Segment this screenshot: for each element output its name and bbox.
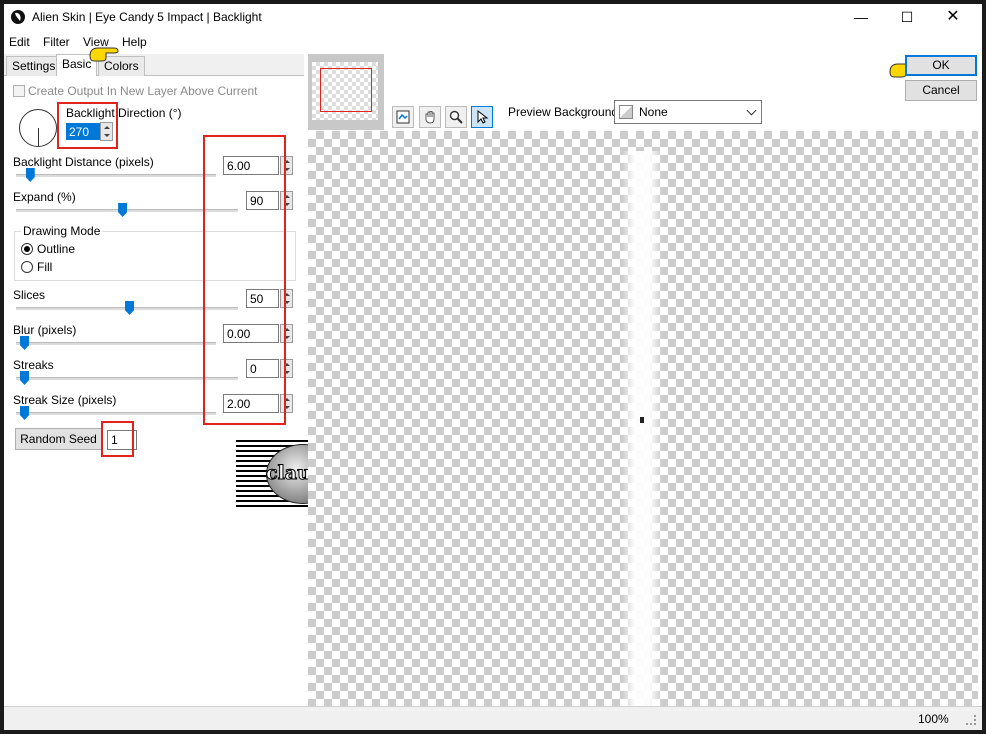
maximize-button[interactable]: ☐ [884,4,930,30]
backlight-distance-label: Backlight Distance (pixels) [13,155,154,169]
preview-canvas[interactable] [308,131,978,706]
zoom-level: 100% [918,712,949,726]
zoom-tool-icon[interactable] [445,106,467,128]
ok-button[interactable]: OK [905,55,977,76]
slices-label: Slices [13,288,46,302]
alien-skin-logo-icon [11,10,25,24]
menu-help[interactable]: Help [122,35,147,49]
menu-bar: Edit Filter View Help [4,32,304,52]
create-output-label: Create Output In New Layer Above Current [28,84,258,98]
streak-size-slider[interactable] [20,406,29,420]
blur-slider[interactable] [20,336,29,350]
backlight-distance-track [16,174,216,177]
close-button[interactable]: ✕ [930,4,976,30]
blur-track [16,342,216,345]
resize-grip-icon[interactable] [966,715,976,725]
thumbnail-view-rect[interactable] [320,68,372,112]
cancel-button[interactable]: Cancel [905,80,977,101]
preview-center-mark [640,417,644,423]
backlight-beam [622,151,662,706]
toggle-preview-icon[interactable] [392,106,414,128]
slices-slider[interactable] [125,301,134,315]
seed-highlight [101,421,134,457]
drawing-mode-label: Drawing Mode [21,224,103,238]
title-bar: Alien Skin | Eye Candy 5 Impact | Backli… [4,4,982,30]
streaks-label: Streaks [13,358,54,372]
outline-label: Outline [37,242,76,256]
direction-dial[interactable] [19,109,57,147]
expand-label: Expand (%) [13,190,76,204]
minimize-button[interactable]: — [838,4,884,30]
chevron-down-icon [746,105,757,116]
expand-slider[interactable] [118,203,128,217]
preview-background-label: Preview Background: [508,105,622,119]
direction-highlight [57,102,118,149]
tab-settings[interactable]: Settings [6,56,62,76]
dial-needle [38,128,39,147]
preview-background-value: None [639,105,668,119]
streak-size-track [16,412,216,415]
pointing-hand-icon [89,47,119,62]
background-swatch-icon [619,105,633,119]
fill-label: Fill [37,260,53,274]
create-output-checkbox[interactable] [13,85,25,97]
streaks-slider[interactable] [20,371,29,385]
preview-background-select[interactable]: None [614,100,762,124]
streak-size-label: Streak Size (pixels) [13,393,117,407]
menu-edit[interactable]: Edit [9,35,30,49]
navigator-thumbnail[interactable] [308,54,384,130]
backlight-distance-slider[interactable] [25,168,35,182]
values-highlight [203,135,286,425]
random-seed-button[interactable]: Random Seed [15,428,102,450]
outline-radio[interactable] [21,243,33,255]
fill-radio[interactable] [21,261,33,273]
window-title: Alien Skin | Eye Candy 5 Impact | Backli… [32,10,262,24]
blur-label: Blur (pixels) [13,323,77,337]
status-bar: 100% [4,706,982,730]
pointer-tool-icon[interactable] [471,106,493,128]
hand-tool-icon[interactable] [419,106,441,128]
menu-filter[interactable]: Filter [43,35,70,49]
tab-strip: Settings Basic Colors [4,54,304,77]
